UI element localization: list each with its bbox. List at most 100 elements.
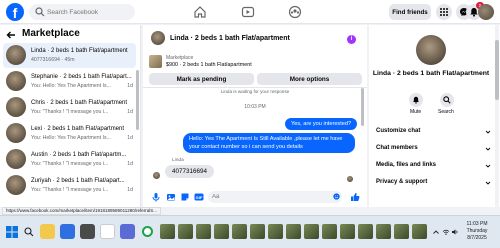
store-icon[interactable] xyxy=(80,224,95,239)
conversation-preview: You: Hello: Yes The Apartment Is... xyxy=(31,83,111,89)
listing-detail: $900 · 2 beds 1 bath Flat/apartment xyxy=(166,62,252,68)
search-label: Search xyxy=(438,109,454,115)
chevron-down-icon xyxy=(485,147,491,151)
taskbar-app-icon[interactable] xyxy=(196,224,211,239)
search-conversation-button[interactable] xyxy=(440,93,454,107)
taskbar-app-icon[interactable] xyxy=(358,224,373,239)
conversation-item[interactable]: Zuriyah · 2 beds 1 bath Flat/apart... Yo… xyxy=(3,173,136,198)
read-receipt-avatar xyxy=(347,176,353,182)
conversation-time: 1d xyxy=(127,83,133,89)
photo-icon[interactable] xyxy=(166,192,176,202)
back-arrow-icon[interactable] xyxy=(6,30,16,40)
wifi-icon[interactable] xyxy=(442,228,450,236)
info-icon[interactable]: i xyxy=(347,35,356,44)
customize-chat-section[interactable]: Customize chat xyxy=(376,126,491,138)
message-thread: Linda is waiting for your response 10:03… xyxy=(143,87,367,185)
file-explorer-icon[interactable] xyxy=(40,224,55,239)
conversation-name: Stephanie · 2 beds 1 bath Flat/apart... xyxy=(31,74,132,80)
message-input-box[interactable] xyxy=(208,191,342,203)
chrome-icon[interactable] xyxy=(100,224,115,239)
find-friends-button[interactable]: Find friends xyxy=(389,4,431,20)
conversation-preview: You: "Thanks ! "I message you i... xyxy=(31,109,109,115)
marketplace-title: Marketplace xyxy=(22,28,80,39)
avatar xyxy=(6,175,26,195)
search-icon xyxy=(443,96,451,104)
windows-start-icon[interactable] xyxy=(6,226,18,238)
mute-label: Mute xyxy=(410,109,422,115)
system-note: Linda is waiting for your response xyxy=(220,89,290,94)
taskbar-search-icon[interactable] xyxy=(24,227,34,237)
outgoing-message: Yes, are you interested? xyxy=(285,118,358,130)
taskbar-app-icon[interactable] xyxy=(322,224,337,239)
clock-time[interactable]: 11:03 PM xyxy=(462,221,492,227)
teams-icon[interactable] xyxy=(120,224,135,239)
sticker-icon[interactable] xyxy=(180,192,190,202)
media-files-section[interactable]: Media, files and links xyxy=(376,160,491,172)
avatar xyxy=(6,97,26,117)
conversation-item[interactable]: Stephanie · 2 beds 1 bath Flat/apart... … xyxy=(3,69,136,94)
thumbs-up-icon[interactable] xyxy=(350,192,360,202)
taskbar-app-icon[interactable] xyxy=(214,224,229,239)
emoji-icon[interactable] xyxy=(333,193,340,200)
message-timestamp: 10:03 PM xyxy=(244,104,266,110)
more-options-button[interactable]: More options xyxy=(257,73,362,85)
conversation-preview: You: "Thanks ! "I message you i... xyxy=(31,187,109,193)
message-composer: GIF xyxy=(143,187,367,207)
menu-button[interactable] xyxy=(436,4,452,20)
top-bar: f Find friends xyxy=(0,0,500,24)
taskbar-app-icon[interactable] xyxy=(340,224,355,239)
avatar[interactable] xyxy=(151,31,165,45)
mark-as-pending-button[interactable]: Mark as pending xyxy=(149,73,254,85)
taskbar-app-icon[interactable] xyxy=(268,224,283,239)
profile-name: Linda · 2 beds 1 bath Flat/apartment xyxy=(372,70,490,77)
conversation-item[interactable]: Chris · 2 beds 1 bath Flat/apartment You… xyxy=(3,95,136,120)
conversation-time: 1d xyxy=(127,109,133,115)
bell-icon xyxy=(413,96,419,104)
taskbar-app-icon[interactable] xyxy=(376,224,391,239)
taskbar-app-icon[interactable] xyxy=(178,224,193,239)
chevron-up-icon[interactable] xyxy=(432,228,440,236)
profile-picture[interactable] xyxy=(416,35,446,65)
section-title: Media, files and links xyxy=(376,162,437,168)
taskbar-app-icon[interactable] xyxy=(394,224,409,239)
chat-members-section[interactable]: Chat members xyxy=(376,143,491,155)
taskbar-app-icon[interactable] xyxy=(232,224,247,239)
conversation-item[interactable]: Linda · 2 beds 1 bath Flat/apartment 407… xyxy=(3,43,136,68)
whatsapp-icon[interactable] xyxy=(140,224,155,239)
conversation-preview: You: "Thanks ! "I message you i... xyxy=(31,161,109,167)
search-input[interactable] xyxy=(47,4,133,20)
mute-button[interactable] xyxy=(409,93,423,107)
listing-card[interactable]: Marketplace $900 · 2 beds 1 bath Flat/ap… xyxy=(148,53,360,71)
message-input[interactable] xyxy=(212,191,322,203)
chat-panel: Linda · 2 beds 1 bath Flat/apartment i M… xyxy=(143,25,367,207)
conversation-item[interactable]: Lexi · 2 beds 1 bath Flat/apartment You:… xyxy=(3,121,136,146)
conversation-item[interactable]: Austin · 2 beds 1 bath Flat/apartm... Yo… xyxy=(3,147,136,172)
volume-icon[interactable] xyxy=(451,228,459,236)
inbox-scrollbar[interactable] xyxy=(136,70,139,130)
taskbar-app-icon[interactable] xyxy=(304,224,319,239)
groups-icon[interactable] xyxy=(287,4,303,20)
microphone-icon[interactable] xyxy=(151,192,161,202)
thread-scrollbar[interactable] xyxy=(361,88,364,126)
marketplace-inbox: Marketplace Linda · 2 beds 1 bath Flat/a… xyxy=(0,25,141,207)
taskbar-app-icon[interactable] xyxy=(286,224,301,239)
privacy-support-section[interactable]: Privacy & support xyxy=(376,177,491,189)
taskbar-app-icon[interactable] xyxy=(160,224,175,239)
chat-title[interactable]: Linda · 2 beds 1 bath Flat/apartment xyxy=(170,35,290,42)
taskbar-app-icon[interactable] xyxy=(250,224,265,239)
facebook-logo[interactable]: f xyxy=(6,3,24,21)
chat-details-panel: Linda · 2 beds 1 bath Flat/apartment Mut… xyxy=(369,25,500,207)
page-scrollbar[interactable] xyxy=(495,25,499,207)
profile-avatar[interactable] xyxy=(478,4,494,20)
home-icon[interactable] xyxy=(192,4,208,20)
taskbar-app-icon[interactable] xyxy=(412,224,427,239)
scrollbar-thumb[interactable] xyxy=(495,40,499,100)
edge-browser-icon[interactable] xyxy=(60,224,75,239)
gif-icon[interactable]: GIF xyxy=(194,192,204,202)
search-box[interactable] xyxy=(29,4,135,20)
svg-text:GIF: GIF xyxy=(196,195,203,200)
section-title: Privacy & support xyxy=(376,179,428,185)
chat-header: Linda · 2 beds 1 bath Flat/apartment i xyxy=(143,25,367,53)
chevron-down-icon xyxy=(485,164,491,168)
video-icon[interactable] xyxy=(240,4,256,20)
